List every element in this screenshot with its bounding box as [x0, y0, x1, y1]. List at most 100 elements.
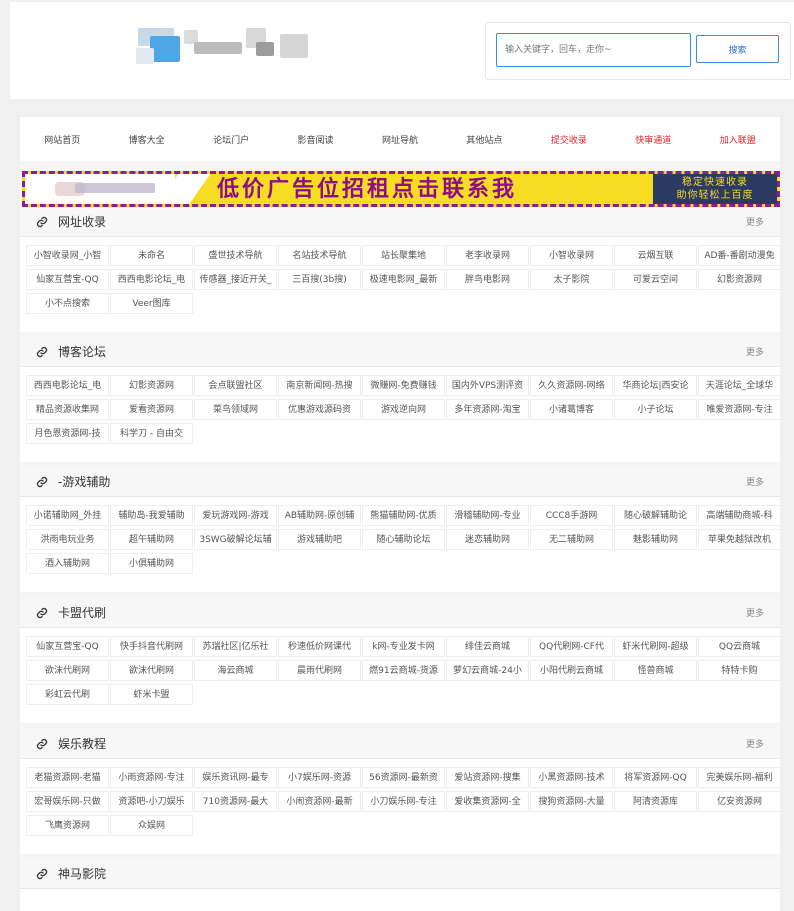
site-link[interactable]: 苹果免越狱改机 [698, 529, 781, 550]
site-link[interactable]: 爱玩游戏网-游戏 [194, 505, 277, 526]
site-link[interactable]: k网-专业发卡网 [362, 636, 445, 657]
site-link[interactable]: 将军资源网-QQ [614, 767, 697, 788]
site-link[interactable]: 未命名 [110, 245, 193, 266]
site-link[interactable]: 幻影资源网 [110, 375, 193, 396]
site-link[interactable]: 超午辅助网 [110, 529, 193, 550]
site-link[interactable]: 56资源网-最新资 [362, 767, 445, 788]
site-link[interactable]: 欲沫代刷网 [110, 660, 193, 681]
site-link[interactable]: 爱看资源网 [110, 399, 193, 420]
site-link[interactable]: 幻影资源网 [698, 269, 781, 290]
more-link[interactable]: 更多 [746, 737, 764, 750]
site-link[interactable]: 虾米代刷网-超级 [614, 636, 697, 657]
site-link[interactable]: 游戏逆向网 [362, 399, 445, 420]
site-link[interactable]: 多年资源网-淘宝 [446, 399, 529, 420]
site-link[interactable]: 小刀娱乐网-专注 [362, 791, 445, 812]
site-link[interactable]: 完美娱乐网-福利 [698, 767, 781, 788]
site-link[interactable]: 随心破解辅助论 [614, 505, 697, 526]
nav-home[interactable]: 网站首页 [20, 117, 104, 161]
site-link[interactable]: 爱收集资源网-全 [446, 791, 529, 812]
site-link[interactable]: 搜狗资源网-大量 [530, 791, 613, 812]
site-link[interactable]: 小7娱乐网-资源 [278, 767, 361, 788]
site-link[interactable]: CCC8手游网 [530, 505, 613, 526]
more-link[interactable]: 更多 [746, 345, 764, 358]
site-link[interactable]: 晨雨代刷网 [278, 660, 361, 681]
site-link[interactable]: 随心辅助论坛 [362, 529, 445, 550]
site-link[interactable]: QQ云商城 [698, 636, 781, 657]
site-link[interactable]: 胖鸟电影网 [446, 269, 529, 290]
site-link[interactable]: 燃91云商城-货源 [362, 660, 445, 681]
nav-forums[interactable]: 论坛门户 [189, 117, 273, 161]
site-link[interactable]: 熊猫辅助网-优质 [362, 505, 445, 526]
site-link[interactable]: 仙家互营宝-QQ [26, 636, 109, 657]
nav-join[interactable]: 加入联盟 [696, 117, 780, 161]
site-link[interactable]: 海云商城 [194, 660, 277, 681]
site-link[interactable]: 国内外VPS测评资 [446, 375, 529, 396]
site-link[interactable]: 小雨资源网-专注 [110, 767, 193, 788]
ad-banner[interactable]: 低价广告位招租点击联系我 稳定快速收录 助你轻松上百度 [22, 171, 780, 207]
site-link[interactable]: 3SWG破解论坛辅 [194, 529, 277, 550]
site-link[interactable]: 彩虹云代刷 [26, 684, 109, 705]
site-link[interactable]: QQ代刷网-CF代 [530, 636, 613, 657]
site-link[interactable]: 菜鸟领域网 [194, 399, 277, 420]
site-link[interactable]: 怪兽商城 [614, 660, 697, 681]
site-link[interactable]: 飞鹰资源网 [26, 815, 109, 836]
site-link[interactable]: 欲沫代刷网 [26, 660, 109, 681]
nav-media[interactable]: 影音阅读 [273, 117, 357, 161]
site-link[interactable]: 小闹资源网-最新 [278, 791, 361, 812]
site-link[interactable]: 酒入辅助网 [26, 553, 109, 574]
site-link[interactable]: 特特卡购 [698, 660, 781, 681]
site-link[interactable]: 小智收录网_小智 [26, 245, 109, 266]
site-link[interactable]: 阿清资源库 [614, 791, 697, 812]
site-link[interactable]: 云烟互联 [614, 245, 697, 266]
site-link[interactable]: 小诸葛博客 [530, 399, 613, 420]
nav-fast-review[interactable]: 快审通道 [611, 117, 695, 161]
nav-blogs[interactable]: 博客大全 [104, 117, 188, 161]
site-link[interactable]: 710资源网-最大 [194, 791, 277, 812]
more-link[interactable]: 更多 [746, 606, 764, 619]
more-link[interactable]: 更多 [746, 215, 764, 228]
site-link[interactable]: 优惠游戏源码资 [278, 399, 361, 420]
site-link[interactable]: 绯佳云商城 [446, 636, 529, 657]
more-link[interactable]: 更多 [746, 475, 764, 488]
site-link[interactable]: 滑稽辅助网-专业 [446, 505, 529, 526]
site-link[interactable]: 魅影辅助网 [614, 529, 697, 550]
site-link[interactable]: 小不点搜索 [26, 293, 109, 314]
site-link[interactable]: 洪雨电玩业务 [26, 529, 109, 550]
site-link[interactable]: 无二辅助网 [530, 529, 613, 550]
nav-other-sites[interactable]: 其他站点 [442, 117, 526, 161]
site-link[interactable]: 精品资源收集网 [26, 399, 109, 420]
site-link[interactable]: 虾米卡盟 [110, 684, 193, 705]
site-link[interactable]: 小智收录网 [530, 245, 613, 266]
site-link[interactable]: 会点联盟社区 [194, 375, 277, 396]
site-link[interactable]: 名站技术导航 [278, 245, 361, 266]
site-link[interactable]: 小阳代刷云商城 [530, 660, 613, 681]
site-link[interactable]: 仙家互营宝-QQ [26, 269, 109, 290]
site-link[interactable]: 老猫资源网-老猫 [26, 767, 109, 788]
site-link[interactable]: 南京新闻网-热搜 [278, 375, 361, 396]
site-link[interactable]: 宏哥娱乐网-只做 [26, 791, 109, 812]
site-link[interactable]: AB辅助网-原创辅 [278, 505, 361, 526]
site-link[interactable]: 萝幻云商城-24小 [446, 660, 529, 681]
site-link[interactable]: 极速电影网_最新 [362, 269, 445, 290]
nav-submit[interactable]: 提交收录 [527, 117, 611, 161]
site-link[interactable]: AD番-番剧动漫免 [698, 245, 781, 266]
site-link[interactable]: 迷恋辅助网 [446, 529, 529, 550]
site-link[interactable]: 高端辅助商城-科 [698, 505, 781, 526]
site-link[interactable]: 秒速低价网课代 [278, 636, 361, 657]
site-link[interactable]: 老李收录网 [446, 245, 529, 266]
site-link[interactable]: 娱乐资讯网-最专 [194, 767, 277, 788]
site-link[interactable]: 爱站资源网-搜集 [446, 767, 529, 788]
site-link[interactable]: 西西电影论坛_电 [110, 269, 193, 290]
site-link[interactable]: 众娱网 [110, 815, 193, 836]
site-link[interactable]: 可爱云空间 [614, 269, 697, 290]
site-link[interactable]: 太子影院 [530, 269, 613, 290]
site-link[interactable]: 微赚网-免费赚钱 [362, 375, 445, 396]
site-link[interactable]: 传感器_接近开关_ [194, 269, 277, 290]
site-link[interactable]: 快手抖音代刷网 [110, 636, 193, 657]
site-link[interactable]: 小诺辅助网_外挂 [26, 505, 109, 526]
site-link[interactable]: 小黑资源网-技术 [530, 767, 613, 788]
site-link[interactable]: 游戏辅助吧 [278, 529, 361, 550]
site-logo[interactable] [128, 24, 308, 68]
site-link[interactable]: 资源吧-小刀娱乐 [110, 791, 193, 812]
site-link[interactable]: 唯爱资源网-专注 [698, 399, 781, 420]
